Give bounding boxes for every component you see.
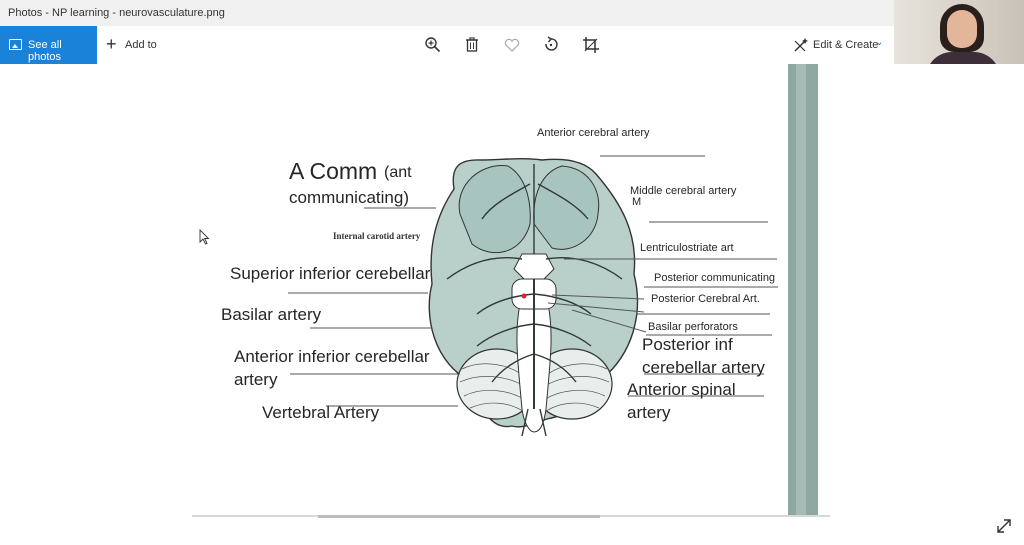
label-middle-cerebral: Middle cerebral artery xyxy=(630,185,737,197)
red-marker xyxy=(521,293,527,299)
label-superior-cerebellar: Superior inferior cerebellar xyxy=(230,264,431,283)
trash-icon[interactable] xyxy=(463,36,481,54)
label-a-comm: A Comm xyxy=(289,158,378,184)
label-posterior-cerebral: Posterior Cerebral Art. xyxy=(651,293,760,305)
label-lenticulostriate: Lentriculostriate art xyxy=(640,242,734,254)
label-posterior-communicating: Posterior communicating xyxy=(654,272,776,284)
expand-icon[interactable] xyxy=(995,517,1013,535)
label-basilar: Basilar artery xyxy=(221,305,322,324)
horizontal-scroll-thumb[interactable] xyxy=(318,515,600,518)
label-aica-line2: artery xyxy=(234,370,278,389)
add-to-label: Add to xyxy=(125,39,157,51)
add-to-button[interactable]: + Add to xyxy=(106,26,166,64)
webcam-person-face xyxy=(947,10,977,48)
page-binding-highlight xyxy=(796,64,806,516)
rotate-icon[interactable] xyxy=(542,36,560,54)
label-vertebral: Vertebral Artery xyxy=(262,403,380,422)
photo-viewer: Anterior cerebral artery Middle cerebral… xyxy=(0,64,1024,545)
webcam-feed xyxy=(894,0,1024,74)
plus-icon: + xyxy=(106,34,117,54)
label-m: M xyxy=(632,196,642,208)
label-anterior-spinal-line2: artery xyxy=(627,403,671,422)
label-anterior-cerebral: Anterior cerebral artery xyxy=(537,127,650,139)
title-bar: Photos - NP learning - neurovasculature.… xyxy=(0,0,894,26)
see-all-photos-button[interactable]: See all photos xyxy=(0,26,97,64)
chevron-down-icon: ⌄ xyxy=(875,37,884,48)
label-internal-carotid: Internal carotid artery xyxy=(333,231,421,241)
heart-icon[interactable] xyxy=(503,36,521,54)
label-a-comm-ant: (ant xyxy=(384,164,412,181)
mouse-cursor-icon xyxy=(199,229,210,245)
toolbar: See all photos + Add to Edit & Create ⌄ xyxy=(0,26,894,64)
label-aica-line1: Anterior inferior cerebellar xyxy=(234,347,430,366)
circle-of-willis xyxy=(513,253,555,280)
label-basilar-perforators: Basilar perforators xyxy=(648,321,738,333)
see-all-photos-label: See all photos xyxy=(28,39,62,63)
edit-create-label: Edit & Create xyxy=(813,39,879,51)
neurovasculature-image: Anterior cerebral artery Middle cerebral… xyxy=(192,64,830,516)
label-a-comm-communicating: communicating) xyxy=(289,188,409,207)
label-pica-line2: cerebellar artery xyxy=(642,358,765,377)
edit-create-icon xyxy=(794,38,808,52)
label-pica-line1: Posterior inf xyxy=(642,335,733,354)
edit-create-button[interactable]: Edit & Create ⌄ xyxy=(793,26,889,64)
crop-icon[interactable] xyxy=(582,36,600,54)
window-title: Photos - NP learning - neurovasculature.… xyxy=(8,7,225,19)
zoom-in-icon[interactable] xyxy=(424,36,442,54)
brain-diagram xyxy=(288,64,818,516)
label-anterior-spinal-line1: Anterior spinal xyxy=(627,380,736,399)
photos-icon xyxy=(9,39,22,50)
